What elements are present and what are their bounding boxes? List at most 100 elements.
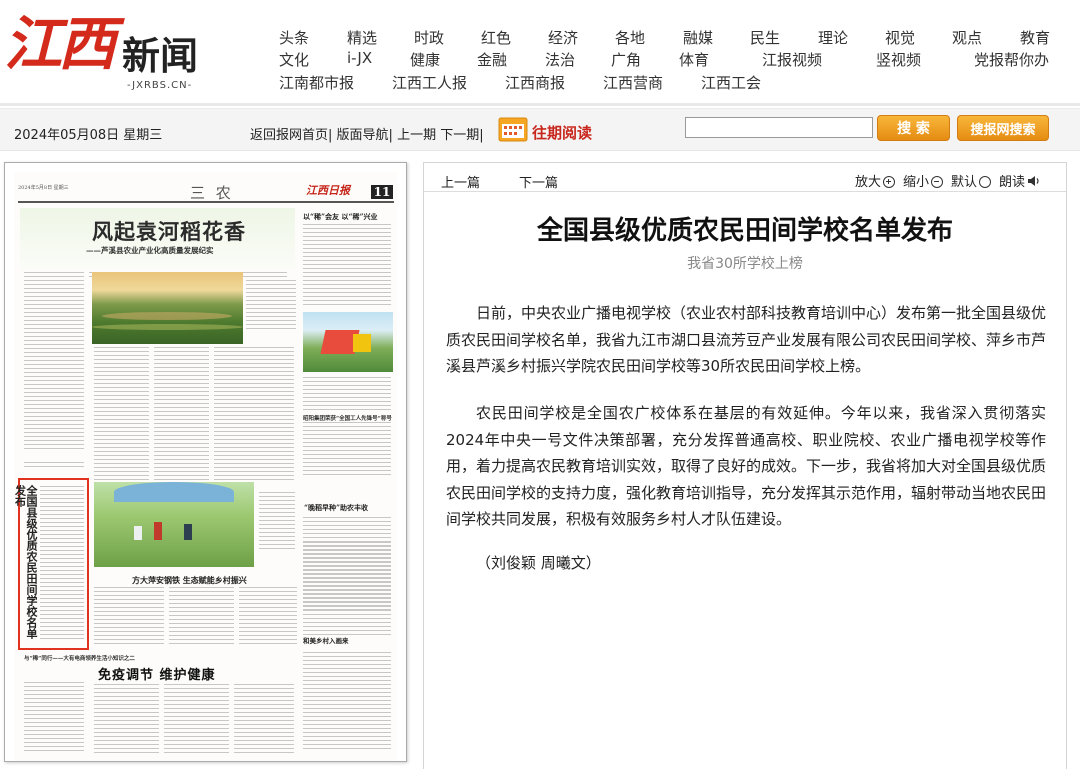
- nav-item[interactable]: 法治: [545, 49, 575, 70]
- nav-item[interactable]: 文化: [279, 49, 309, 70]
- text-column: [40, 486, 84, 641]
- text-column: [259, 492, 295, 552]
- calendar-icon[interactable]: [498, 117, 528, 142]
- default-size-button[interactable]: 默认: [951, 175, 999, 190]
- newspaper-page: 2024年5月8日 星期三 三 农 江西日报 11 风起袁河稻花香 ——芦溪县农…: [13, 172, 397, 761]
- search-button[interactable]: 搜 索: [877, 115, 950, 141]
- default-size-label: 默认: [951, 175, 978, 190]
- nav-item[interactable]: 体育: [679, 49, 709, 70]
- text-column: [246, 280, 296, 330]
- header-divider: [0, 103, 1080, 106]
- text-column: [94, 347, 149, 482]
- text-column: [303, 652, 391, 752]
- issue-date: 2024年05月08日 星期三: [14, 128, 163, 143]
- zoom-out-button[interactable]: 缩小: [903, 175, 951, 190]
- nav-item[interactable]: 头条: [279, 27, 309, 48]
- home-link[interactable]: 返回报网首页: [250, 128, 328, 143]
- archive-link[interactable]: 往期阅读: [532, 122, 592, 143]
- paper-photo-field-event: [94, 482, 254, 567]
- text-column: [94, 684, 159, 754]
- paper-bottom-kicker: 与“稀”同行——大有电商领养生活小知识之二: [24, 656, 135, 662]
- text-column: [303, 224, 391, 306]
- speaker-icon: [1028, 176, 1039, 186]
- paper-subheadline: ——芦溪县农业产业化高质量发展纪实: [86, 246, 214, 255]
- nav-item[interactable]: 观点: [952, 27, 982, 48]
- page-nav-link[interactable]: 版面导航: [337, 128, 389, 143]
- text-column: [154, 347, 209, 482]
- logo-url-text: -JXRBS.CN-: [127, 80, 193, 91]
- reading-tools: 放大 缩小 默认 朗读: [855, 171, 1040, 190]
- nav-item[interactable]: 党报帮你办: [974, 49, 1049, 70]
- search-input[interactable]: [685, 117, 873, 138]
- read-aloud-button[interactable]: 朗读: [999, 175, 1040, 190]
- text-column: [24, 272, 84, 452]
- paper-side-headline: 昭阳集团荣获“全国工人先锋号”称号: [303, 416, 392, 422]
- article-paragraph: 日前，中央农业广播电视学校（农业农村部科技教育培训中心）发布第一批全国县级优质农…: [446, 304, 1047, 375]
- nav-item[interactable]: 视觉: [885, 27, 915, 48]
- default-size-icon: [979, 176, 992, 188]
- search-button-label: 搜 索: [897, 121, 930, 137]
- highlighted-article-box[interactable]: 全国县级优质农民田间学校名单发布: [13, 478, 89, 650]
- paper-bottom-right-headline: 和美乡村入画来: [303, 637, 349, 645]
- zoom-in-button[interactable]: 放大: [855, 175, 903, 190]
- nav-item[interactable]: 广角: [611, 49, 641, 70]
- paper-page-number: 11: [371, 185, 393, 199]
- paper-section: 三 农: [190, 184, 234, 202]
- zoom-out-icon: [931, 176, 944, 188]
- prev-article-link[interactable]: 上一篇: [441, 172, 480, 191]
- text-column: [303, 422, 391, 477]
- newspaper-page-thumbnail[interactable]: 2024年5月8日 星期三 三 农 江西日报 11 风起袁河稻花香 ——芦溪县农…: [4, 162, 407, 762]
- toolbar-links: 返回报网首页| 版面导航| 上一期 下一期|: [250, 128, 484, 143]
- read-aloud-label: 朗读: [999, 175, 1026, 190]
- text-column: [24, 462, 84, 467]
- text-column: [169, 587, 234, 647]
- site-search-button[interactable]: 搜报网搜索: [957, 115, 1049, 141]
- zoom-in-label: 放大: [855, 175, 882, 190]
- highlighted-article-title: 全国县级优质农民田间学校名单发布: [13, 485, 39, 639]
- nav-row-2: 文化 i-JX 健康 金融 法治 广角 体育 江报视频 竖视频 党报帮你办: [279, 49, 1059, 71]
- text-column: [94, 587, 164, 647]
- zoom-in-icon: [883, 176, 896, 188]
- zoom-out-label: 缩小: [903, 175, 930, 190]
- site-logo[interactable]: 江西 新闻 -JXRBS.CN-: [0, 6, 230, 98]
- nav-item[interactable]: 时政: [414, 27, 444, 48]
- text-column: [24, 682, 84, 752]
- paper-masthead: 江西日报: [306, 184, 350, 197]
- logo-main-text: 江西: [4, 10, 116, 78]
- nav-item[interactable]: 教育: [1020, 27, 1050, 48]
- article-subtitle: 我省30所学校上榜: [687, 256, 803, 272]
- nav-item[interactable]: 竖视频: [876, 49, 921, 70]
- nav-item[interactable]: i-JX: [347, 49, 372, 67]
- article-byline: （刘俊颖 周曦文）: [476, 554, 601, 572]
- text-column: [303, 542, 391, 637]
- nav-item[interactable]: 江西工人报: [392, 72, 467, 93]
- paper-photo-caption: 方大萍安钢铁 生态赋能乡村振兴: [132, 575, 247, 585]
- nav-item[interactable]: 各地: [615, 27, 645, 48]
- paper-bottom-headline: 免疫调节 维护健康: [98, 668, 216, 683]
- paper-date-line: 2024年5月8日 星期三: [18, 185, 69, 191]
- article-title: 全国县级优质农民田间学校名单发布: [536, 216, 953, 246]
- nav-item[interactable]: 江西营商: [603, 72, 663, 93]
- next-article-link[interactable]: 下一篇: [519, 172, 558, 191]
- nav-item[interactable]: 江报视频: [762, 49, 822, 70]
- next-issue-link[interactable]: 下一期: [440, 128, 479, 143]
- logo-sub-text: 新闻: [122, 33, 199, 78]
- nav-item[interactable]: 融媒: [683, 27, 713, 48]
- article-top-rule: [424, 191, 1066, 192]
- prev-issue-link[interactable]: 上一期: [397, 128, 436, 143]
- nav-row-3: 江南都市报 江西工人报 江西商报 江西营商 江西工会: [279, 72, 1059, 94]
- nav-item[interactable]: 健康: [410, 49, 440, 70]
- nav-item[interactable]: 精选: [347, 27, 377, 48]
- text-column: [234, 684, 294, 754]
- nav-item[interactable]: 江南都市报: [279, 72, 354, 93]
- nav-item[interactable]: 江西工会: [701, 72, 761, 93]
- nav-item[interactable]: 红色: [481, 27, 511, 48]
- nav-item[interactable]: 金融: [477, 49, 507, 70]
- nav-item[interactable]: 理论: [818, 27, 848, 48]
- nav-item[interactable]: 江西商报: [505, 72, 565, 93]
- text-column: [214, 347, 294, 482]
- site-search-button-label: 搜报网搜索: [970, 122, 1036, 138]
- nav-item[interactable]: 经济: [548, 27, 578, 48]
- nav-item[interactable]: 民生: [750, 27, 780, 48]
- paper-main-headline: 风起袁河稻花香: [92, 219, 246, 244]
